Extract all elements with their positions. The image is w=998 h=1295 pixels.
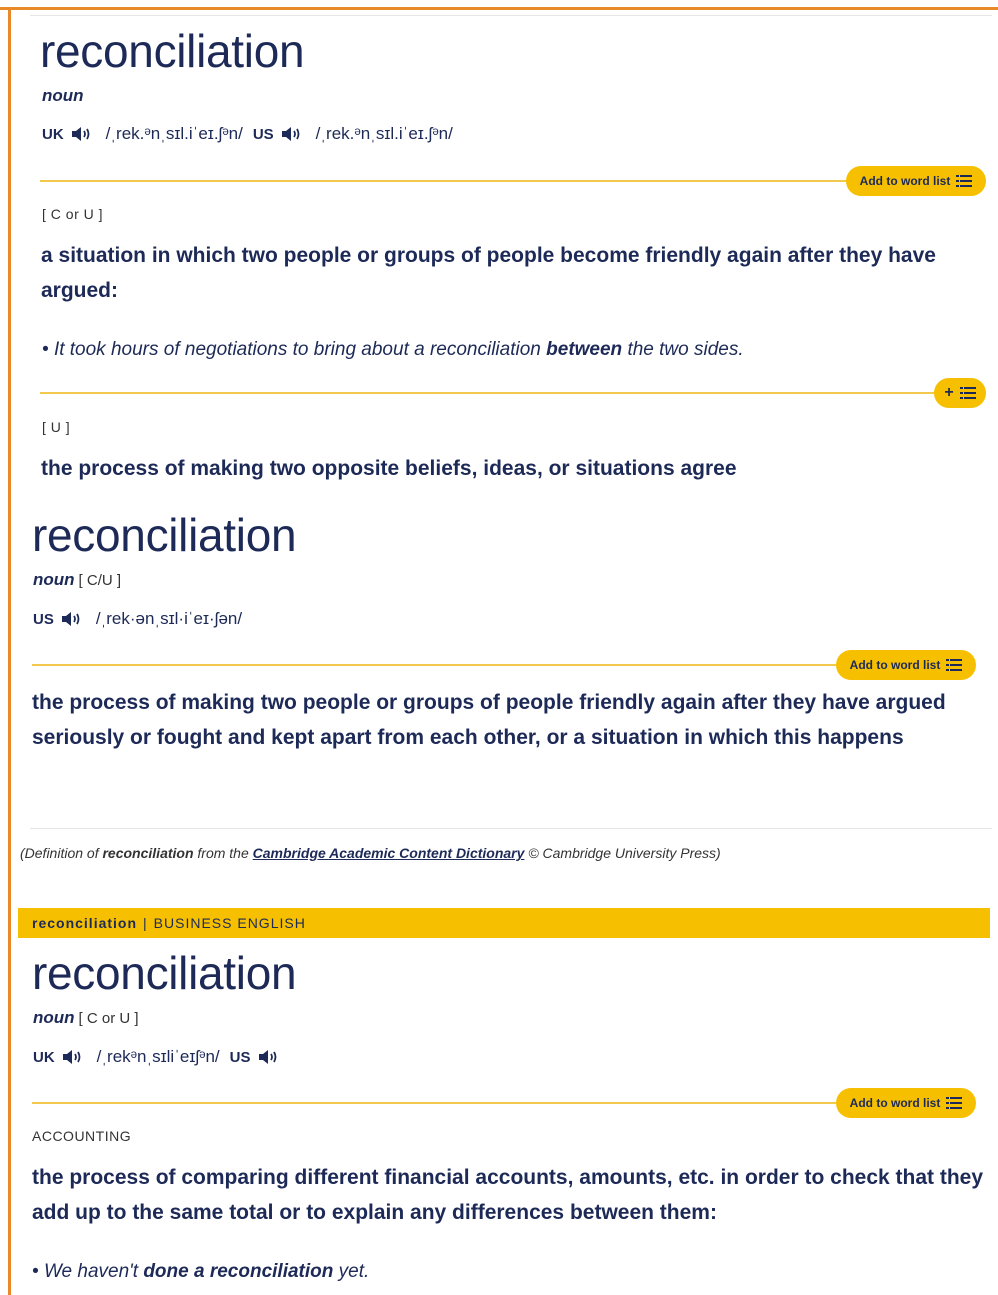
part-of-speech-entry1: noun xyxy=(42,86,84,105)
grammar-code: [ C or U ] xyxy=(78,1010,139,1027)
dictionary-link[interactable]: Cambridge Academic Content Dictionary xyxy=(253,845,525,861)
headword-entry2: reconciliation xyxy=(32,509,297,561)
speaker-icon[interactable] xyxy=(70,125,94,143)
definition-credit: (Definition of reconciliation from the C… xyxy=(20,845,721,861)
add-to-word-list-button[interactable]: Add to word list xyxy=(836,650,976,680)
us-ipa: /ˌrek·ənˌsɪl·iˈeɪ·ʃən/ xyxy=(95,609,243,628)
part-of-speech-entry2: noun[ C/U ] xyxy=(33,570,122,589)
business-english-banner: reconciliation | BUSINESS ENGLISH xyxy=(18,908,990,938)
add-to-word-list-button[interactable]: Add to word list xyxy=(846,166,986,196)
definition-sense2: the process of making two opposite belie… xyxy=(41,457,737,480)
sense-divider xyxy=(32,664,838,666)
speaker-icon[interactable] xyxy=(280,125,304,143)
banner-separator: | xyxy=(143,915,148,931)
uk-ipa: /ˌrek.ᵊnˌsɪl.iˈeɪ.ʃᵊn/ xyxy=(105,124,243,143)
sense-divider xyxy=(32,1102,838,1104)
part-of-speech-business: noun[ C or U ] xyxy=(33,1008,139,1027)
example-sentence: • It took hours of negotiations to bring… xyxy=(42,339,744,360)
uk-ipa: /ˌrekᵊnˌsɪliˈeɪʃᵊn/ xyxy=(96,1047,220,1066)
sense-divider xyxy=(40,180,848,182)
uk-label: UK xyxy=(42,125,64,143)
list-icon xyxy=(959,387,976,399)
banner-word: reconciliation xyxy=(32,915,138,931)
speaker-icon[interactable] xyxy=(61,1048,85,1066)
grammar-code: [ C/U ] xyxy=(78,572,122,589)
plus-label: + xyxy=(944,384,954,401)
domain-label: ACCOUNTING xyxy=(32,1128,132,1144)
grammar-code: [ U ] xyxy=(42,419,71,435)
headword-business: reconciliation xyxy=(32,947,297,999)
us-label: US xyxy=(33,610,54,628)
grammar-code: [ C or U ] xyxy=(42,206,104,222)
list-icon xyxy=(946,659,963,671)
credit-divider xyxy=(30,828,992,829)
pronunciation-row-entry1: UK /ˌrek.ᵊnˌsɪl.iˈeɪ.ʃᵊn/ US /ˌrek.ᵊnˌsɪ… xyxy=(42,124,463,144)
uk-label: UK xyxy=(33,1048,55,1066)
definition-entry2: the process of making two people or grou… xyxy=(32,691,946,749)
definition-business: the process of comparing different finan… xyxy=(32,1166,984,1224)
sense-divider xyxy=(40,392,938,394)
add-to-word-list-label: Add to word list xyxy=(849,1096,941,1110)
banner-section: BUSINESS ENGLISH xyxy=(153,915,306,931)
top-divider xyxy=(30,15,992,16)
example-sentence: • We haven't done a reconciliation yet. xyxy=(32,1261,370,1282)
us-ipa: /ˌrek.ᵊnˌsɪl.iˈeɪ.ʃᵊn/ xyxy=(315,124,453,143)
list-icon xyxy=(956,175,973,187)
add-to-word-list-button[interactable]: Add to word list xyxy=(836,1088,976,1118)
frame-top-border xyxy=(0,7,998,10)
list-icon xyxy=(946,1097,963,1109)
us-label: US xyxy=(229,1048,251,1066)
us-label: US xyxy=(252,125,274,143)
headword-entry1: reconciliation xyxy=(40,25,305,77)
pronunciation-row-business: UK /ˌrekᵊnˌsɪliˈeɪʃᵊn/ US xyxy=(33,1047,281,1067)
add-to-word-list-button-compact[interactable]: + xyxy=(934,378,986,408)
definition-sense1: a situation in which two people or group… xyxy=(41,244,936,302)
add-to-word-list-label: Add to word list xyxy=(849,658,941,672)
add-to-word-list-label: Add to word list xyxy=(859,174,951,188)
frame-left-border xyxy=(8,7,11,1295)
speaker-icon[interactable] xyxy=(60,610,84,628)
pronunciation-row-entry2: US /ˌrek·ənˌsɪl·iˈeɪ·ʃən/ xyxy=(33,609,252,629)
speaker-icon[interactable] xyxy=(257,1048,281,1066)
